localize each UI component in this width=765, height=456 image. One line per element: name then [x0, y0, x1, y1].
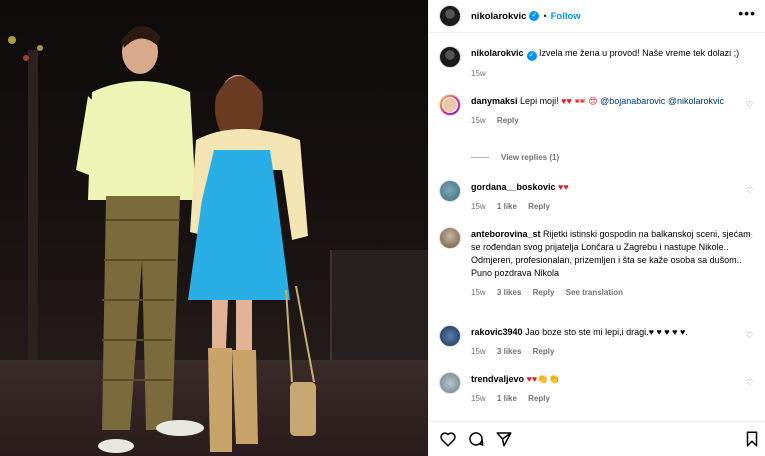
comment-likes[interactable]: 3 likes [497, 288, 521, 297]
more-options-icon[interactable]: ••• [738, 6, 756, 20]
like-comment-icon[interactable]: ♡ [746, 331, 753, 340]
verified-badge-icon: ✓ [529, 11, 540, 21]
comment-time: 15w [471, 394, 486, 403]
separator-dot: • [543, 11, 547, 21]
commenter-username[interactable]: trendvaljevo [471, 374, 524, 384]
comment-likes[interactable]: 1 like [497, 394, 517, 403]
post-photo-scene [8, 25, 316, 453]
commenter-avatar[interactable] [439, 325, 461, 347]
comment-likes[interactable]: 3 likes [497, 347, 521, 356]
commenter-username[interactable]: gordana__boskovic [471, 182, 556, 192]
reply-button[interactable]: Reply [533, 288, 555, 297]
author-username[interactable]: nikolarokvic [471, 11, 526, 22]
share-icon[interactable] [495, 430, 513, 448]
commenter-username[interactable]: rakovic3940 [471, 327, 523, 337]
like-comment-icon[interactable]: ♡ [746, 186, 753, 195]
caption-time: 15w [471, 69, 486, 78]
like-comment-icon[interactable]: ♡ [746, 233, 753, 242]
comment-text: ♥♥ [558, 182, 569, 192]
mention-link[interactable]: @bojanabarovic [600, 96, 665, 106]
see-translation-button[interactable]: See translation [566, 288, 623, 297]
bookmark-icon[interactable] [743, 430, 761, 448]
reply-button[interactable]: Reply [528, 394, 550, 403]
caption-avatar[interactable] [439, 46, 461, 68]
comment-text: Jao boze sto ste mi lepi,i dragi.♥ ♥ ♥ ♥… [525, 327, 688, 337]
mention-link[interactable]: @nikolarokvic [668, 96, 724, 106]
commenter-avatar[interactable] [439, 372, 461, 394]
comments-panel: nikolarokvic ✓ • Follow ••• nikolarokvic… [428, 0, 765, 456]
commenter-avatar[interactable] [439, 227, 461, 249]
reply-button[interactable]: Reply [497, 116, 519, 125]
comment-text-continued: Odmjeren, profesionalan, prizemljen i št… [471, 255, 742, 278]
comment-time: 15w [471, 288, 486, 297]
comment-text: Lepi moji! [520, 96, 559, 106]
author-avatar[interactable] [439, 5, 461, 27]
comment-text: ♥♥👏👏 [526, 374, 560, 384]
post-header: nikolarokvic ✓ • Follow ••• [429, 0, 765, 33]
post-photo[interactable] [0, 0, 428, 456]
caption-username[interactable]: nikolarokvic [471, 48, 524, 58]
comment-icon[interactable] [467, 430, 485, 448]
comment-time: 15w [471, 116, 486, 125]
commenter-avatar[interactable] [439, 180, 461, 202]
reply-button[interactable]: Reply [533, 347, 555, 356]
commenter-username[interactable]: danymaksi [471, 96, 518, 106]
comment-likes[interactable]: 1 like [497, 202, 517, 211]
like-comment-icon[interactable]: ♡ [746, 378, 753, 387]
post-actions-bar [429, 421, 765, 456]
instagram-post-view: nikolarokvic ✓ • Follow ••• nikolarokvic… [0, 0, 765, 456]
follow-button[interactable]: Follow [551, 11, 581, 22]
comment-emoji: ♥♥ 🕶 😍 [561, 96, 598, 106]
reply-button[interactable]: Reply [528, 202, 550, 211]
view-replies-button[interactable]: View replies (1) [471, 153, 559, 162]
commenter-username[interactable]: anteborovina_st [471, 229, 541, 239]
comment-time: 15w [471, 347, 486, 356]
verified-badge-icon: ✓ [526, 51, 537, 61]
caption-text: Izvela me žena u provod! Naše vreme tek … [539, 48, 740, 58]
heart-icon[interactable] [439, 430, 457, 448]
like-comment-icon[interactable]: ♡ [746, 100, 753, 109]
comment-time: 15w [471, 202, 486, 211]
commenter-avatar[interactable] [439, 94, 461, 116]
